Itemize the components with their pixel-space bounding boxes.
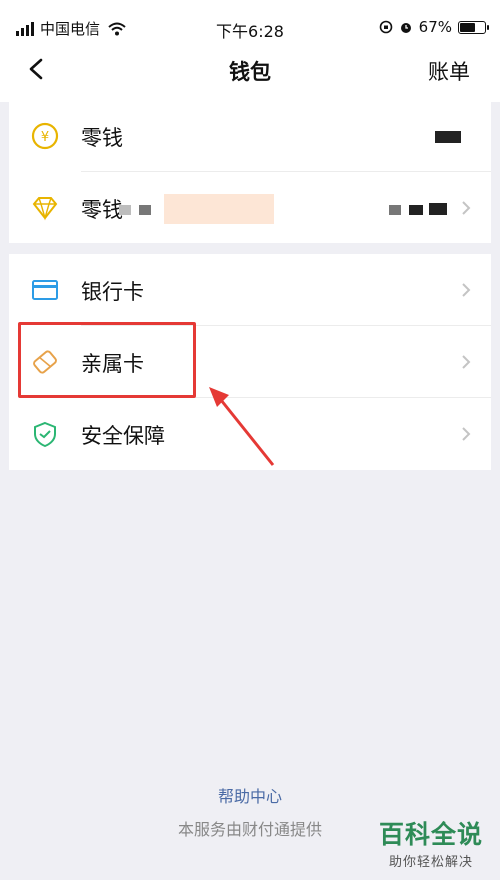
redacted-mark xyxy=(429,203,447,215)
redacted-mark xyxy=(164,194,274,224)
coin-yen-icon: ¥ xyxy=(31,122,59,150)
status-bar: 中国电信 下午6:28 67% xyxy=(0,0,500,41)
chevron-right-icon xyxy=(462,201,471,215)
bank-card-label: 银行卡 xyxy=(81,280,144,304)
highlight-box xyxy=(18,322,196,398)
watermark-logo: 百科全说 助你轻松解决 xyxy=(372,815,490,870)
battery-percent: 67% xyxy=(418,18,452,36)
redacted-mark xyxy=(119,205,131,215)
alarm-icon xyxy=(400,23,411,33)
annotation-arrow-icon xyxy=(209,387,275,466)
status-right: 67% xyxy=(379,18,489,36)
redacted-mark xyxy=(409,205,423,215)
watermark-title: 百科全说 xyxy=(378,820,483,849)
chevron-right-icon xyxy=(462,283,471,297)
diamond-icon xyxy=(32,197,58,221)
page-title: 钱包 xyxy=(229,60,271,84)
chevron-right-icon xyxy=(462,355,471,369)
watermark-subtitle: 助你轻松解决 xyxy=(388,855,473,870)
change-invest-label: 零钱 xyxy=(81,198,123,222)
change-label: 零钱 xyxy=(81,126,123,150)
redacted-mark xyxy=(389,205,401,215)
battery-icon xyxy=(458,20,489,34)
nav-bar: 钱包 账单 xyxy=(0,40,500,102)
change-row[interactable]: ¥ 零钱 xyxy=(9,100,491,172)
bank-card-icon xyxy=(32,280,58,300)
rotation-lock-icon xyxy=(379,20,392,34)
balance-group: ¥ 零钱 零钱 xyxy=(9,100,491,243)
chevron-right-icon xyxy=(462,427,471,441)
change-invest-row[interactable]: 零钱 xyxy=(9,172,491,244)
redacted-value xyxy=(435,131,461,143)
help-center-link[interactable]: 帮助中心 xyxy=(0,783,500,807)
redacted-mark xyxy=(139,205,151,215)
shield-icon xyxy=(34,421,56,448)
svg-text:¥: ¥ xyxy=(41,130,49,145)
bank-card-row[interactable]: 银行卡 xyxy=(9,254,491,326)
bill-button[interactable]: 账单 xyxy=(428,56,470,86)
security-label: 安全保障 xyxy=(81,424,165,448)
